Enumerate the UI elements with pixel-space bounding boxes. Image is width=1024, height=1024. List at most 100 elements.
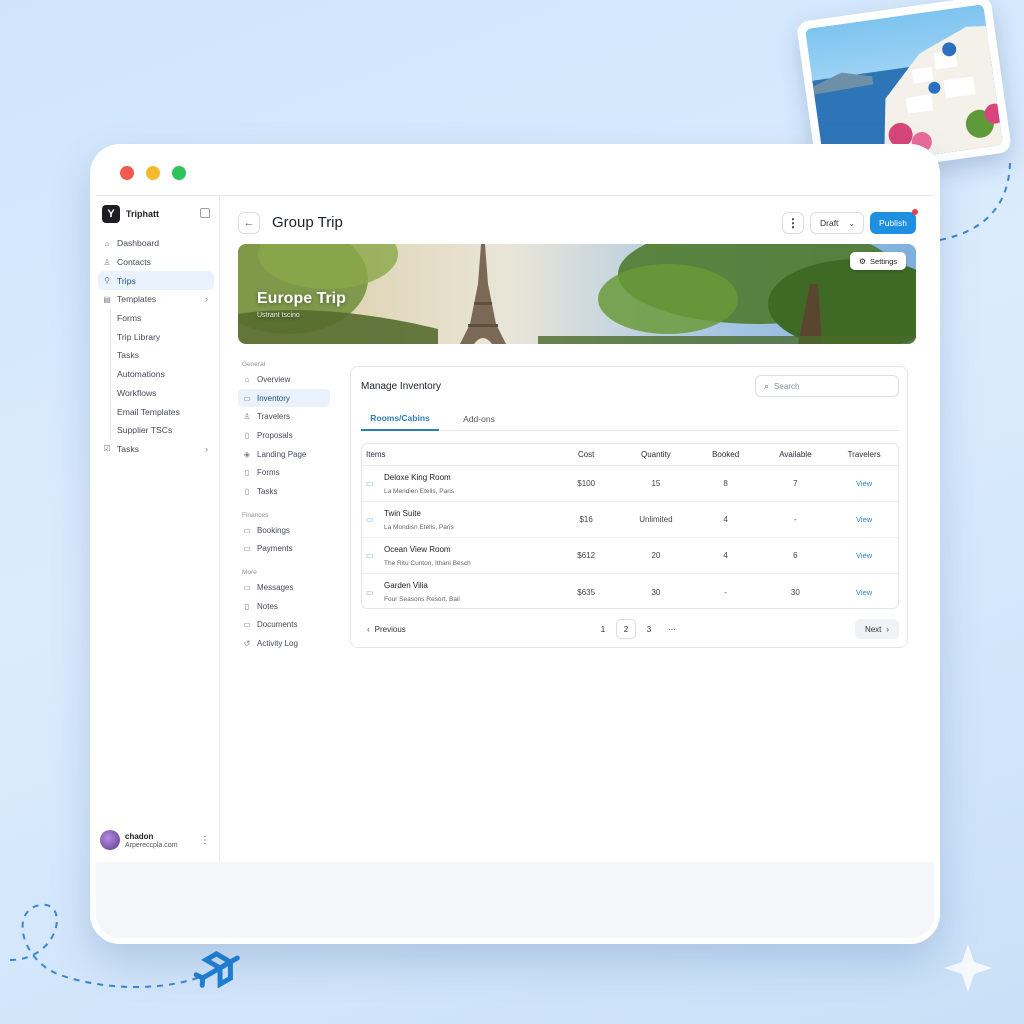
cell-booked: 4: [723, 551, 728, 560]
sidebar-item-tasks[interactable]: ☑ Tasks ›: [98, 440, 214, 459]
home-icon: ⌂: [104, 238, 110, 248]
sidebar-item-label: Forms: [117, 313, 142, 324]
tab-add-ons[interactable]: Add-ons: [445, 407, 513, 431]
column-header-booked[interactable]: Booked: [691, 450, 761, 459]
sidebar-subitem-supplier-tscs[interactable]: Supplier TSCs: [111, 421, 214, 440]
subnav-item-label: Proposals: [257, 430, 293, 440]
sidebar-subitem-automations[interactable]: Automations: [111, 365, 214, 384]
templates-icon: ▤: [103, 294, 111, 304]
more-options-button[interactable]: ⋮: [782, 212, 804, 234]
table-header: Items Cost Quantity Booked Available Tra…: [362, 444, 898, 466]
credit-card-icon: ▭: [243, 544, 251, 554]
publish-button[interactable]: Publish: [870, 209, 918, 234]
user-icon: ♙: [103, 257, 111, 267]
sidebar-item-label: Automations: [117, 369, 165, 380]
page-3-button[interactable]: 3: [639, 619, 659, 639]
close-window-button[interactable]: [120, 166, 134, 180]
sidebar: Y Triphatt ⌂ Dashboard ♙ Contacts ⚲ Trip…: [96, 196, 220, 862]
column-header-quantity[interactable]: Quantity: [621, 450, 691, 459]
chevron-right-icon: ›: [886, 624, 890, 634]
subnav-item-proposals[interactable]: ▯ Proposals: [238, 426, 330, 445]
inventory-table: Items Cost Quantity Booked Available Tra…: [361, 443, 899, 609]
banner-settings-button[interactable]: ⚙ Settings: [850, 252, 906, 270]
view-travelers-link[interactable]: View: [856, 551, 872, 560]
column-header-travelers[interactable]: Travelers: [830, 450, 898, 459]
back-button[interactable]: ←: [238, 212, 260, 234]
sidebar-item-contacts[interactable]: ♙ Contacts: [98, 253, 214, 272]
subnav-item-tasks[interactable]: ▯ Tasks: [238, 482, 330, 501]
cell-quantity: 20: [651, 551, 661, 560]
document-icon: ▯: [244, 430, 250, 440]
tab-rooms-cabins[interactable]: Rooms/Cabins: [361, 407, 439, 431]
table-row[interactable]: ▭ Ocean View Room The Ritu Cunton, Ithan…: [362, 538, 898, 574]
sidebar-item-label: Email Templates: [117, 406, 180, 417]
note-icon: ▯: [244, 601, 250, 611]
subnav-item-inventory[interactable]: ▭ Inventory: [238, 388, 330, 408]
sidebar-item-label: Contacts: [117, 257, 151, 268]
view-travelers-link[interactable]: View: [856, 588, 872, 597]
subnav-item-travelers[interactable]: ♙ Travelers: [238, 407, 330, 426]
cell-cost: $612: [577, 551, 596, 560]
user-profile[interactable]: chadon Arpereccpla.com ⋮: [100, 828, 216, 852]
subnav-item-payments[interactable]: ▭ Payments: [238, 540, 330, 559]
brand-name: Triphatt: [126, 209, 159, 219]
page-title: Group Trip: [272, 214, 343, 231]
banner-title: Europe Trip: [257, 290, 346, 307]
subnav-item-forms[interactable]: ▯ Forms: [238, 463, 330, 482]
user-name: chadon: [125, 831, 154, 841]
page-2-button[interactable]: 2: [616, 619, 636, 639]
cell-available: 7: [793, 479, 798, 488]
sidebar-item-label: Trip Library: [117, 331, 161, 342]
subnav-item-documents[interactable]: ▭ Documents: [238, 616, 330, 635]
sidebar-item-label: Supplier TSCs: [117, 425, 173, 436]
inventory-title: Manage Inventory: [361, 381, 442, 392]
subnav-item-label: Overview: [257, 374, 291, 384]
sidebar-item-templates[interactable]: ▤ Templates ›: [98, 290, 214, 309]
sidebar-item-dashboard[interactable]: ⌂ Dashboard: [98, 234, 214, 253]
minimize-window-button[interactable]: [146, 166, 160, 180]
item-name: Twin Suite: [384, 508, 421, 518]
subnav-item-notes[interactable]: ▯ Notes: [238, 597, 330, 616]
form-icon: ▯: [244, 468, 250, 478]
search-input[interactable]: ⌕ Search: [755, 375, 899, 397]
sidebar-subitem-trip-library[interactable]: Trip Library: [111, 327, 214, 346]
more-pages-ellipsis[interactable]: ···: [662, 619, 682, 639]
table-row[interactable]: ▭ Deloxe King Room La Mendien Etells, Pa…: [362, 466, 898, 502]
tasks-icon: ☑: [103, 444, 111, 454]
main-area: ← Group Trip ⋮ Draft ⌄ Publish Europe Tr…: [220, 196, 934, 862]
subnav-item-label: Landing Page: [257, 449, 307, 459]
view-travelers-link[interactable]: View: [856, 479, 872, 488]
subnav-item-label: Payments: [257, 544, 293, 554]
subnav-item-label: Activity Log: [257, 639, 298, 649]
trip-subnav: General ⌂ Overview ▭ Inventory ♙ Travelers …: [238, 354, 330, 653]
more-vertical-icon[interactable]: ⋮: [200, 835, 210, 846]
column-header-available[interactable]: Available: [761, 450, 831, 459]
sidebar-toggle-icon[interactable]: [200, 208, 210, 218]
next-page-button[interactable]: Next ›: [855, 619, 899, 639]
sidebar-subitem-forms[interactable]: Forms: [111, 309, 214, 328]
table-row[interactable]: ▭ Garden Vilia Four Seasons Resort, Bail…: [362, 574, 898, 608]
sidebar-item-trips[interactable]: ⚲ Trips: [98, 271, 214, 291]
previous-page-button[interactable]: ‹ Previous: [361, 619, 406, 639]
sidebar-subitem-tasks[interactable]: Tasks: [111, 346, 214, 365]
chevron-right-icon: ›: [205, 294, 208, 305]
sidebar-subitem-workflows[interactable]: Workflows: [111, 384, 214, 403]
sparkle-icon: [944, 944, 992, 992]
subnav-item-overview[interactable]: ⌂ Overview: [238, 370, 330, 389]
cell-available: -: [794, 515, 797, 524]
inventory-icon: ▭: [243, 393, 251, 403]
column-header-cost[interactable]: Cost: [551, 450, 621, 459]
subnav-item-messages[interactable]: ▭ Messages: [238, 578, 330, 597]
column-header-items[interactable]: Items: [362, 450, 551, 459]
page-1-button[interactable]: 1: [593, 619, 613, 639]
table-row[interactable]: ▭ Twin Suite La Mondisn Etells, Paris $1…: [362, 502, 898, 538]
cell-booked: 4: [723, 515, 728, 524]
sidebar-subitem-email-templates[interactable]: Email Templates: [111, 402, 214, 421]
subnav-item-activity-log[interactable]: ↺ Activity Log: [238, 634, 330, 653]
status-select[interactable]: Draft ⌄: [810, 212, 864, 234]
sidebar-item-label: Tasks: [117, 443, 139, 454]
subnav-item-bookings[interactable]: ▭ Bookings: [238, 521, 330, 540]
view-travelers-link[interactable]: View: [856, 515, 872, 524]
maximize-window-button[interactable]: [172, 166, 186, 180]
subnav-item-landing-page[interactable]: ◈ Landing Page: [238, 445, 330, 464]
